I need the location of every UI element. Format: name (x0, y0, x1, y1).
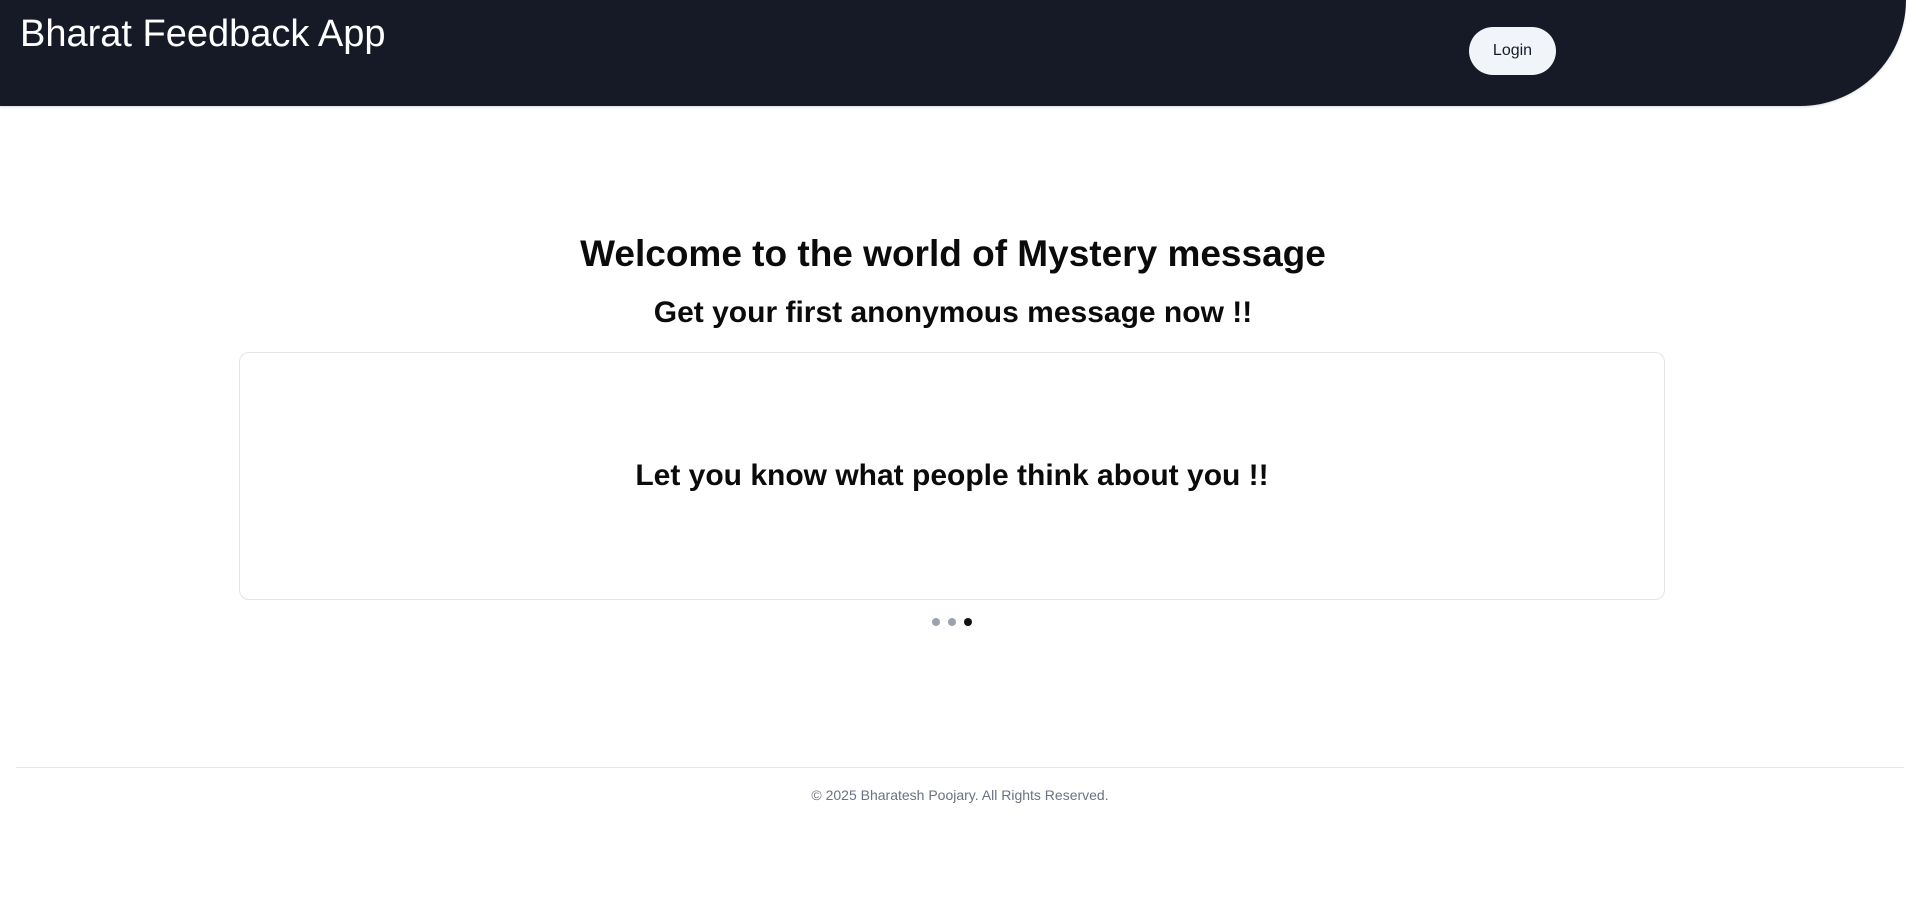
page: Bharat Feedback App Login Welcome to the… (0, 0, 1906, 911)
login-button[interactable]: Login (1469, 27, 1556, 75)
carousel-dot-3[interactable] (964, 618, 972, 626)
app-title: Bharat Feedback App (20, 13, 386, 55)
carousel-dot-2[interactable] (948, 618, 956, 626)
hero-subtitle: Get your first anonymous message now !! (653, 296, 1253, 329)
message-carousel[interactable]: Let you know what people think about you… (239, 352, 1665, 600)
footer-copyright: © 2025 Bharatesh Poojary. All Rights Res… (811, 787, 1109, 803)
top-navbar: Bharat Feedback App Login (0, 0, 1906, 106)
hero-title: Welcome to the world of Mystery message (580, 233, 1326, 274)
carousel-indicators (932, 617, 972, 627)
main-content: Welcome to the world of Mystery message … (0, 106, 1906, 706)
carousel-slide-text: Let you know what people think about you… (635, 459, 1269, 492)
footer-divider (16, 767, 1904, 768)
carousel-dot-1[interactable] (932, 618, 940, 626)
